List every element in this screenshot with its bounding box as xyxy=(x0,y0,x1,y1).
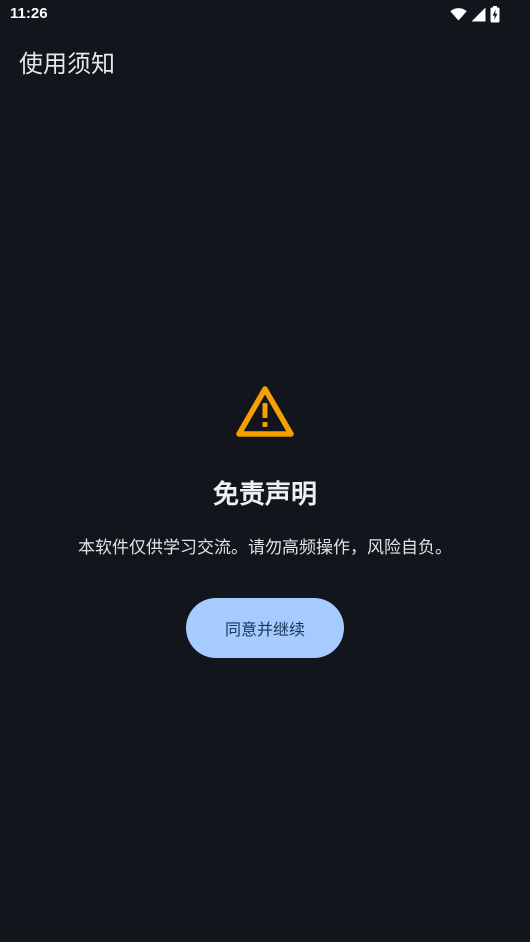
dialog-message: 本软件仅供学习交流。请勿高频操作，风险自负。 xyxy=(78,538,452,558)
wifi-icon xyxy=(450,7,467,21)
agree-continue-button[interactable]: 同意并继续 xyxy=(186,598,344,659)
status-time: 11:26 xyxy=(10,5,48,22)
battery-charging-icon xyxy=(490,5,500,23)
status-icons xyxy=(450,5,500,23)
dialog-title: 免责声明 xyxy=(212,480,317,510)
disclaimer-panel: 免责声明 本软件仅供学习交流。请勿高频操作，风险自负。 同意并继续 xyxy=(0,384,530,659)
status-bar: 11:26 xyxy=(0,0,530,30)
warning-triangle-icon xyxy=(234,384,296,440)
signal-icon xyxy=(471,7,486,22)
page-title: 使用须知 xyxy=(19,50,115,78)
